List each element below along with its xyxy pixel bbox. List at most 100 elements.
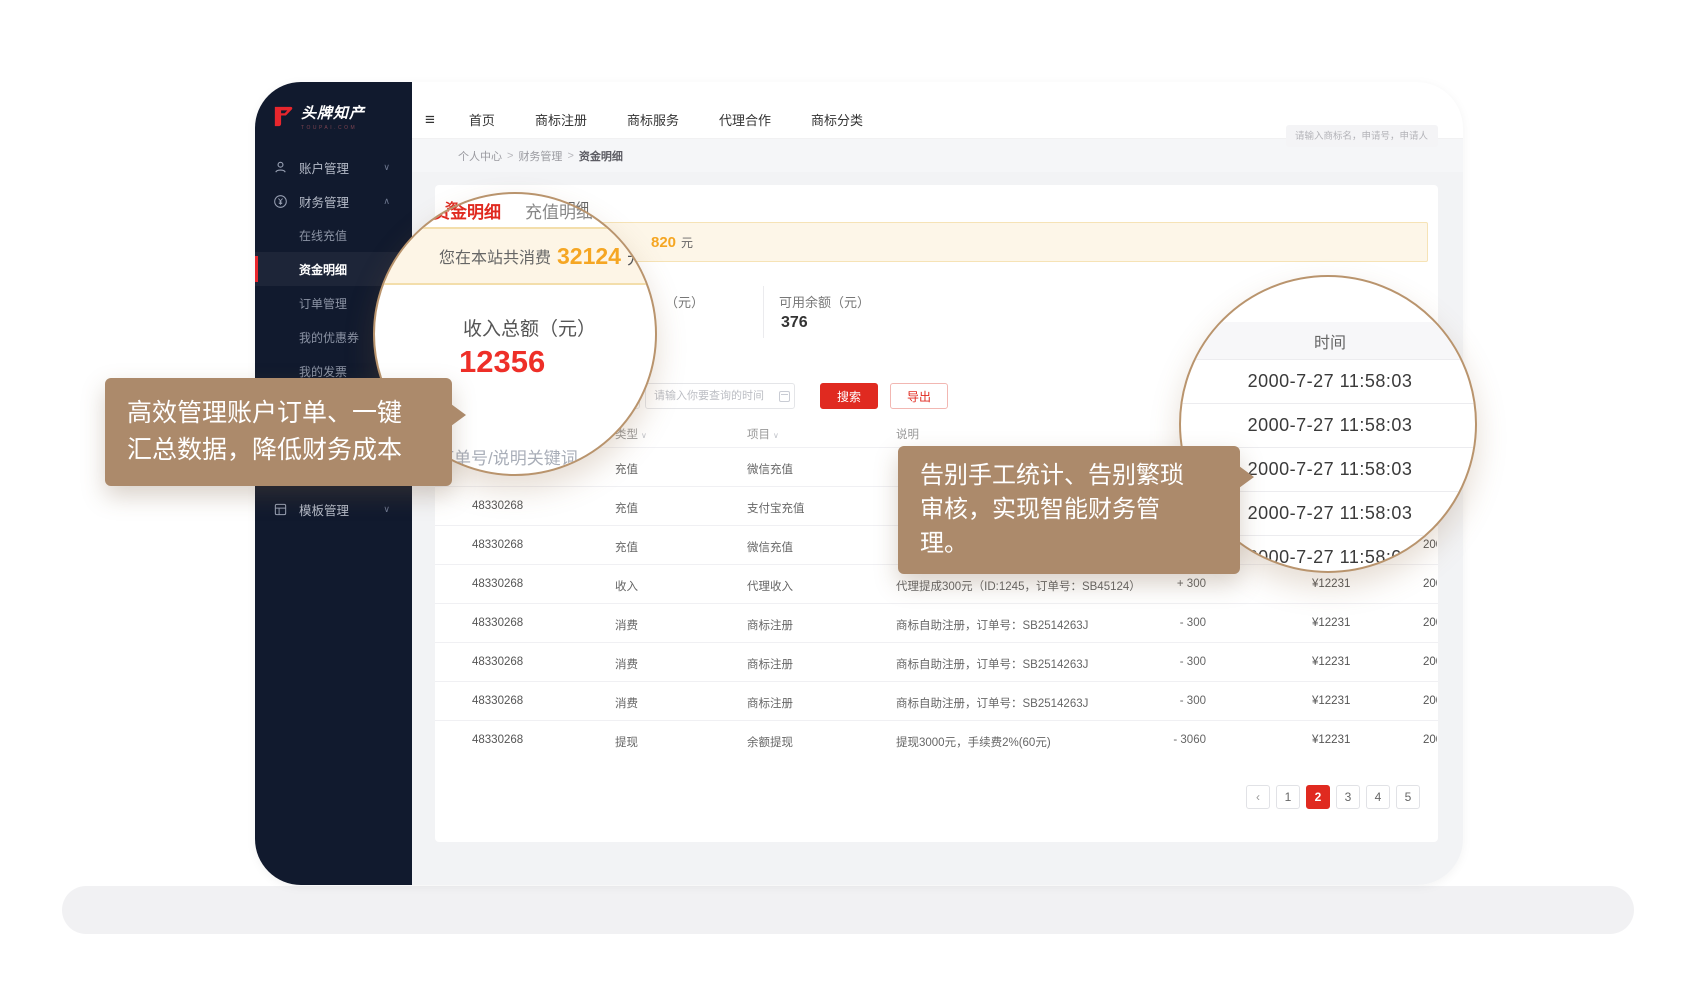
- breadcrumb-separator: >: [567, 150, 573, 162]
- brand-subtitle: TOUPAI.COM: [301, 125, 365, 131]
- lens-time-row: 2000-7-27 11:58:03: [1181, 360, 1477, 404]
- pagination-prev-icon[interactable]: ‹: [1246, 785, 1270, 809]
- pagination: ‹12345: [1246, 785, 1420, 809]
- cell-balance: ¥12231: [1312, 695, 1350, 707]
- cell-type: 充值: [615, 500, 638, 516]
- callout-left-line: 高效管理账户订单、一键: [127, 395, 430, 432]
- brand-logo[interactable]: 头牌知产 TOUPAI.COM: [271, 102, 365, 131]
- table-row: 48330268消费商标注册商标自助注册，订单号：SB2514263J- 300…: [435, 681, 1438, 720]
- laptop-base: [62, 886, 1634, 934]
- user-icon: [273, 160, 288, 175]
- cell-time: 2000-7-27 11:58:03: [1423, 578, 1437, 590]
- cell-balance: ¥12231: [1312, 656, 1350, 668]
- export-button[interactable]: 导出: [890, 383, 948, 409]
- sidebar-item-finance[interactable]: 财务管理 ∧: [255, 184, 412, 218]
- nav-item-trademark-service[interactable]: 商标服务: [627, 110, 679, 129]
- cell-amount: + 300: [1126, 578, 1206, 590]
- chevron-down-icon: ∨: [383, 504, 390, 515]
- callout-arrow-right-icon: [451, 404, 466, 426]
- top-navbar: ≡ 首页 商标注册 商标服务 代理合作 商标分类: [412, 82, 1463, 139]
- cell-project: 商标注册: [747, 695, 793, 711]
- lens-keyword-placeholder: 订单号/说明关键词: [437, 444, 578, 469]
- header-project[interactable]: 项目∨: [747, 426, 779, 442]
- cell-balance: ¥12231: [1312, 734, 1350, 746]
- cell-type: 充值: [615, 539, 638, 555]
- pagination-page-2[interactable]: 2: [1306, 785, 1330, 809]
- cell-balance: ¥12231: [1312, 617, 1350, 629]
- chevron-up-icon: ∧: [383, 196, 390, 207]
- template-icon: [273, 502, 288, 517]
- pagination-page-1[interactable]: 1: [1276, 785, 1300, 809]
- breadcrumb-separator: >: [507, 150, 513, 162]
- cell-type: 消费: [615, 617, 638, 633]
- breadcrumb-current: 资金明细: [579, 148, 623, 164]
- table-row: 48330268 消费 商标注册 商标自助注册，订单号：SB2514263J - 300…: [435, 642, 1438, 681]
- cell-order: 48330268: [472, 695, 523, 707]
- brand-name: 头牌知产: [301, 102, 365, 123]
- top-nav-items: 首页 商标注册 商标服务 代理合作 商标分类: [469, 110, 863, 129]
- sort-caret-icon: ∨: [641, 431, 647, 440]
- cell-desc: 代理提成300元（ID:1245，订单号：SB45124）: [896, 578, 1141, 594]
- cell-order: 48330268: [472, 539, 523, 551]
- cell-project: 商标注册: [747, 656, 793, 672]
- cell-project: 商标注册: [747, 617, 793, 633]
- nav-item-agent-coop[interactable]: 代理合作: [719, 110, 771, 129]
- finance-icon: [273, 194, 288, 209]
- lens-tab-other: 充值明细: [525, 198, 593, 223]
- time-filter-input[interactable]: [645, 383, 795, 409]
- cell-desc: 商标自助注册，订单号：SB2514263J: [896, 656, 1088, 672]
- lens-time-row: 2000-7-27 11:58:03: [1181, 404, 1477, 448]
- callout-right-line: 审核，实现智能财务管: [920, 493, 1218, 527]
- cell-amount: - 300: [1126, 656, 1206, 668]
- cell-desc: 商标自助注册，订单号：SB2514263J: [896, 617, 1088, 633]
- cell-order: 48330268: [472, 617, 523, 629]
- nav-item-home[interactable]: 首页: [469, 110, 495, 129]
- sidebar-item-template[interactable]: 模板管理 ∨: [255, 492, 412, 526]
- cell-project: 余额提现: [747, 734, 793, 750]
- nav-item-trademark-class[interactable]: 商标分类: [811, 110, 863, 129]
- cell-type: 充值: [615, 461, 638, 477]
- lens-banner-unit: 元: [627, 244, 644, 269]
- callout-arrow-right-icon: [1239, 466, 1254, 488]
- callout-right-line: 告别手工统计、告别繁琐: [920, 459, 1218, 493]
- pagination-page-3[interactable]: 3: [1336, 785, 1360, 809]
- chevron-down-icon: ∨: [383, 162, 390, 173]
- sidebar-item-account[interactable]: 账户管理 ∨: [255, 150, 412, 184]
- cell-type: 提现: [615, 734, 638, 750]
- cell-order: 48330268: [472, 656, 523, 668]
- cell-project: 微信充值: [747, 539, 793, 555]
- cell-balance: ¥12231: [1312, 578, 1350, 590]
- lens-banner-prefix: 您在本站共消费: [439, 244, 551, 268]
- sort-caret-icon: ∨: [773, 431, 779, 440]
- page: 头牌知产 TOUPAI.COM 账户管理 ∨ 财务管理 ∧: [0, 0, 1696, 1002]
- cell-amount: - 300: [1126, 617, 1206, 629]
- callout-right: 告别手工统计、告别繁琐 审核，实现智能财务管 理。: [898, 446, 1240, 574]
- stat-expense-label-fragment: （元）: [665, 292, 704, 311]
- banner-unit: 元: [681, 234, 693, 251]
- cell-time: 2000-7-27 11:58:03: [1423, 656, 1437, 668]
- cell-project: 代理收入: [747, 578, 793, 594]
- pagination-page-5[interactable]: 5: [1396, 785, 1420, 809]
- lens-income-label: 收入总额（元）: [463, 314, 596, 341]
- breadcrumb-item[interactable]: 财务管理: [518, 148, 562, 164]
- pagination-page-4[interactable]: 4: [1366, 785, 1390, 809]
- header-desc: 说明: [896, 426, 919, 442]
- breadcrumb-item[interactable]: 个人中心: [458, 148, 502, 164]
- search-button[interactable]: 搜索: [820, 383, 878, 409]
- hamburger-menu-icon[interactable]: ≡: [425, 110, 435, 130]
- cell-type: 消费: [615, 656, 638, 672]
- callout-right-line: 理。: [920, 527, 1218, 561]
- cell-time: 2000-7-27 11:58:03: [1423, 695, 1437, 707]
- callout-left-line: 汇总数据，降低财务成本: [127, 432, 430, 469]
- cell-desc: 商标自助注册，订单号：SB2514263J: [896, 695, 1088, 711]
- nav-item-trademark-register[interactable]: 商标注册: [535, 110, 587, 129]
- trademark-search-input[interactable]: [1286, 125, 1438, 147]
- callout-left: 高效管理账户订单、一键 汇总数据，降低财务成本: [105, 378, 452, 486]
- cell-project: 微信充值: [747, 461, 793, 477]
- table-row: 48330268提现余额提现提现3000元，手续费2%(60元)- 3060¥1…: [435, 720, 1438, 759]
- cell-time: 2000-7-27 11:58:03: [1423, 617, 1437, 629]
- calendar-icon[interactable]: [779, 391, 790, 402]
- lens-banner-amount: 32124: [557, 243, 621, 270]
- sidebar-item-label: 模板管理: [299, 500, 349, 519]
- lens-income-value: 12356: [459, 344, 545, 380]
